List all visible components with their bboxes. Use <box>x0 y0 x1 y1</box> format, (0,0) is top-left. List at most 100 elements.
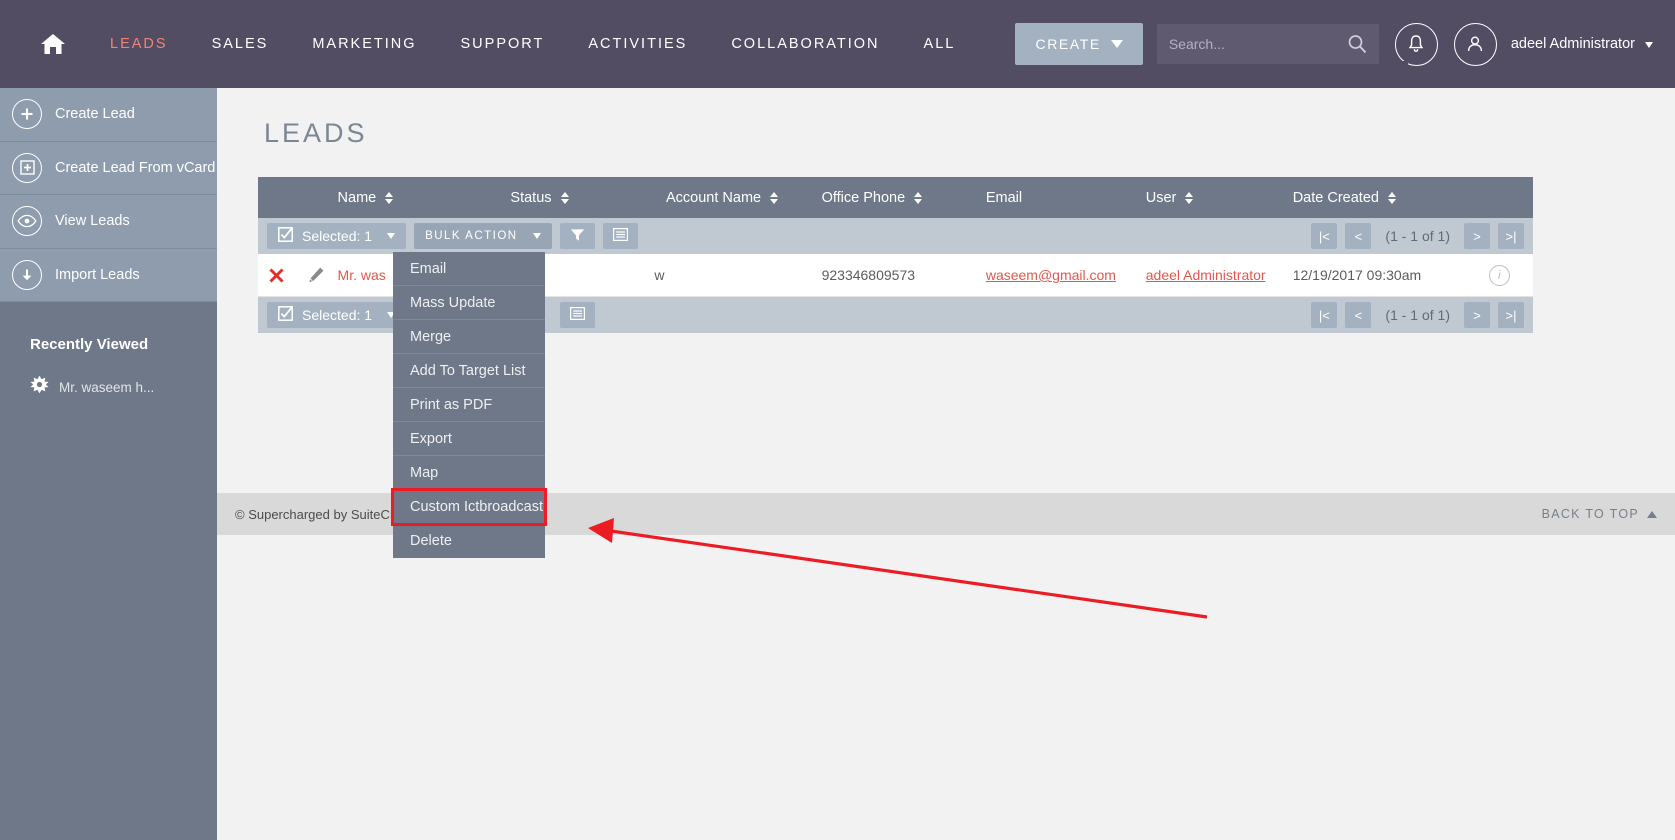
sort-arrows-icon[interactable] <box>560 191 569 204</box>
sidebar-item-import-leads[interactable]: Import Leads <box>0 249 217 302</box>
create-button[interactable]: CREATE <box>1015 23 1143 65</box>
search-input[interactable] <box>1168 36 1349 52</box>
choose-columns-button-bottom[interactable] <box>559 302 595 328</box>
pagination-last-button[interactable]: >| <box>1498 223 1524 249</box>
bulk-action-label: BULK ACTION <box>425 230 518 242</box>
menu-item-export[interactable]: Export <box>393 422 545 456</box>
row-email-link[interactable]: waseem@gmail.com <box>986 267 1116 283</box>
chevron-down-icon <box>1110 40 1123 48</box>
menu-item-email[interactable]: Email <box>393 252 545 286</box>
sort-arrows-icon[interactable] <box>1185 191 1194 204</box>
recently-viewed-item-label: Mr. waseem h... <box>59 379 155 395</box>
pagination-next-button[interactable]: > <box>1464 223 1490 249</box>
footer-copyright: © Supercharged by SuiteCRM <box>235 506 411 522</box>
sort-arrows-icon[interactable] <box>1387 191 1396 204</box>
column-header-status[interactable]: Status <box>510 190 666 206</box>
nav-link-leads[interactable]: LEADS <box>88 36 190 52</box>
user-menu[interactable]: adeel Administrator <box>1511 36 1653 52</box>
list-column-headers: Name Status Account Name Office Phone Em… <box>258 177 1533 218</box>
selected-count-button[interactable]: Selected: 1 <box>267 223 407 249</box>
column-header-user[interactable]: User <box>1146 190 1293 206</box>
list-toolbar-top: Selected: 1 BULK ACTION |< < (1 - 1 of 1… <box>258 218 1533 254</box>
column-header-label: User <box>1145 189 1177 206</box>
menu-item-delete[interactable]: Delete <box>393 524 545 558</box>
menu-item-add-to-target-list[interactable]: Add To Target List <box>393 354 545 388</box>
top-nav-right-cluster: CREATE Search... adeel Administrator <box>1015 0 1653 88</box>
pagination-first-button[interactable]: |< <box>1311 223 1338 249</box>
nav-link-sales[interactable]: SALES <box>190 36 291 52</box>
notification-tail-icon <box>1398 60 1408 71</box>
pagination-prev-button[interactable]: < <box>1345 302 1372 328</box>
column-header-office-phone[interactable]: Office Phone <box>822 190 986 206</box>
sidebar-item-label: View Leads <box>55 213 130 230</box>
row-info-button[interactable]: i <box>1466 264 1533 286</box>
menu-item-custom-ictbroadcast[interactable]: Custom Ictbroadcast <box>391 488 547 526</box>
sidebar-item-create-lead[interactable]: Create Lead <box>0 88 217 142</box>
sidebar-item-label: Create Lead From vCard <box>55 159 216 176</box>
bulk-action-button[interactable]: BULK ACTION <box>414 223 552 249</box>
menu-item-merge[interactable]: Merge <box>393 320 545 354</box>
search-icon[interactable] <box>1347 34 1367 59</box>
eye-icon <box>12 206 42 237</box>
download-arrow-icon <box>12 259 42 290</box>
sidebar-actions-group: Create Lead Create Lead From vCard View … <box>0 88 217 302</box>
nav-link-all[interactable]: ALL <box>902 36 978 52</box>
selected-count-label: Selected: 1 <box>302 307 373 323</box>
recently-viewed-item[interactable]: Mr. waseem h... <box>0 353 217 399</box>
nav-link-collaboration[interactable]: COLLABORATION <box>709 36 901 52</box>
list-lines-icon <box>612 228 628 244</box>
page-title: LEADS <box>264 118 368 148</box>
row-user-link[interactable]: adeel Administrator <box>1146 267 1266 283</box>
user-avatar[interactable] <box>1453 22 1497 66</box>
row-name-link[interactable]: Mr. was <box>338 267 386 283</box>
row-status-value: w <box>654 267 665 283</box>
pagination-prev-button[interactable]: < <box>1345 223 1372 249</box>
notifications-button[interactable] <box>1394 22 1438 71</box>
left-sidebar: Create Lead Create Lead From vCard View … <box>0 88 217 840</box>
back-to-top-label: BACK TO TOP <box>1541 507 1639 521</box>
row-delete-button[interactable] <box>258 267 294 284</box>
search-box[interactable] <box>1156 24 1379 64</box>
selected-count-label: Selected: 1 <box>302 228 373 244</box>
column-header-date-created[interactable]: Date Created <box>1293 190 1466 206</box>
nav-link-activities[interactable]: ACTIVITIES <box>566 36 709 52</box>
back-to-top-button[interactable]: BACK TO TOP <box>1542 507 1657 521</box>
sort-arrows-icon[interactable] <box>770 191 779 204</box>
row-user-cell: adeel Administrator <box>1146 267 1293 283</box>
plus-circle-icon <box>12 99 42 130</box>
pagination-last-button[interactable]: >| <box>1498 302 1524 328</box>
menu-item-mass-update[interactable]: Mass Update <box>393 286 545 320</box>
nav-link-marketing[interactable]: MARKETING <box>290 36 438 52</box>
home-icon[interactable] <box>40 32 66 56</box>
sidebar-item-view-leads[interactable]: View Leads <box>0 195 217 249</box>
row-edit-button[interactable] <box>294 266 337 284</box>
sidebar-item-label: Import Leads <box>55 266 140 283</box>
pagination-top: |< < (1 - 1 of 1) > >| <box>1311 223 1524 249</box>
pagination-count-label: (1 - 1 of 1) <box>1385 307 1450 323</box>
username-label: adeel Administrator <box>1510 36 1635 52</box>
choose-columns-button[interactable] <box>602 223 638 249</box>
recently-viewed-heading: Recently Viewed <box>30 336 149 353</box>
nav-link-support[interactable]: SUPPORT <box>439 36 567 52</box>
pencil-icon <box>309 267 324 283</box>
row-office-phone-cell: 923346809573 <box>821 267 916 283</box>
pagination-next-button[interactable]: > <box>1464 302 1490 328</box>
sort-arrows-icon[interactable] <box>385 191 394 204</box>
info-icon[interactable]: i <box>1488 264 1510 286</box>
column-header-name[interactable]: Name <box>338 190 511 206</box>
sidebar-item-label: Create Lead <box>55 106 135 123</box>
column-header-email[interactable]: Email <box>986 190 1146 206</box>
pagination-first-button[interactable]: |< <box>1311 302 1338 328</box>
selected-count-button-bottom[interactable]: Selected: 1 <box>267 302 407 328</box>
column-header-account-name[interactable]: Account Name <box>666 190 822 206</box>
column-header-label: Office Phone <box>821 189 906 206</box>
menu-item-print-as-pdf[interactable]: Print as PDF <box>393 388 545 422</box>
bulk-action-dropdown-menu: Email Mass Update Merge Add To Target Li… <box>391 252 547 558</box>
filter-button[interactable] <box>559 223 595 249</box>
sidebar-item-create-lead-from-vcard[interactable]: Create Lead From vCard <box>0 142 217 195</box>
menu-item-map[interactable]: Map <box>393 456 545 490</box>
sort-arrows-icon[interactable] <box>914 191 923 204</box>
column-header-label: Name <box>337 189 377 206</box>
checkbox-checked-icon <box>278 227 293 245</box>
app-root: LEADS SALES MARKETING SUPPORT ACTIVITIES… <box>0 0 1675 840</box>
